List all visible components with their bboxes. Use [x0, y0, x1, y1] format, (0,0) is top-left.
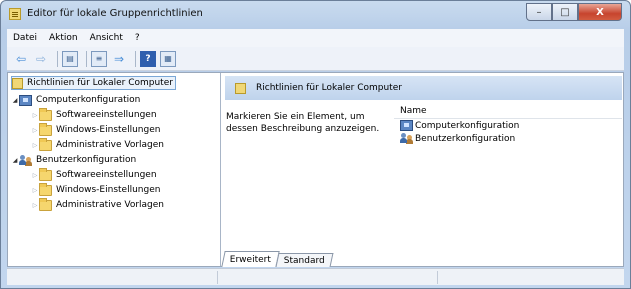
toolbar-separator	[57, 50, 58, 67]
view-icon[interactable]: ▦	[160, 50, 176, 67]
folder-icon	[39, 197, 52, 211]
forward-arrow-icon[interactable]: ⇨	[33, 51, 49, 67]
tree-computer-admin[interactable]: ▷ Administrative Vorlagen	[31, 137, 165, 152]
window-title: Editor für lokale Gruppenrichtlinien	[27, 8, 203, 19]
main-content: Richtlinien für Lokaler Computer ◢ Compu…	[7, 72, 624, 267]
folder-icon	[39, 107, 52, 121]
toolbar-separator	[86, 50, 87, 67]
details-pane: Richtlinien für Lokaler Computer Markier…	[222, 73, 623, 266]
details-list: Name Computerkonfiguration Benutzerkonfi…	[394, 103, 622, 145]
help-icon[interactable]: ?	[140, 50, 156, 67]
users-icon	[400, 133, 413, 144]
policy-editor-icon	[9, 8, 21, 20]
minimize-button[interactable]: –	[526, 3, 552, 21]
tree-item-label: Softwareeinstellungen	[56, 110, 157, 120]
users-icon	[19, 154, 32, 166]
expanded-triangle-icon[interactable]: ◢	[11, 157, 19, 164]
status-bar	[7, 268, 624, 285]
back-arrow-icon[interactable]: ⇦	[13, 51, 29, 67]
tree-root[interactable]: Richtlinien für Lokaler Computer	[11, 76, 176, 90]
app-window: Editor für lokale Gruppenrichtlinien – □…	[0, 0, 631, 289]
computer-icon	[19, 94, 32, 106]
tree-item-label: Administrative Vorlagen	[56, 140, 165, 150]
menu-bar: Datei Aktion Ansicht ?	[7, 29, 624, 47]
details-description: Markieren Sie ein Element, um dessen Bes…	[226, 112, 380, 134]
tree-user-windows[interactable]: ▷ Windows-Einstellungen	[31, 182, 161, 197]
tree-user-admin[interactable]: ▷ Administrative Vorlagen	[31, 197, 165, 212]
list-item-label: Computerkonfiguration	[415, 120, 520, 131]
list-item-label: Benutzerkonfiguration	[415, 133, 516, 144]
tree-item-label: Softwareeinstellungen	[56, 170, 157, 180]
export-list-icon[interactable]: ⇒	[111, 51, 127, 67]
collapsed-triangle-icon[interactable]: ▷	[31, 202, 39, 209]
expanded-triangle-icon[interactable]: ◢	[11, 97, 19, 104]
menu-ansicht[interactable]: Ansicht	[90, 33, 123, 43]
menu-datei[interactable]: Datei	[13, 33, 37, 43]
tree-item-label: Windows-Einstellungen	[56, 125, 161, 135]
collapsed-triangle-icon[interactable]: ▷	[31, 127, 39, 134]
tree-user-config[interactable]: ◢ Benutzerkonfiguration	[11, 153, 136, 167]
tree-root-label: Richtlinien für Lokaler Computer	[27, 78, 173, 88]
menu-aktion[interactable]: Aktion	[49, 33, 78, 43]
toolbar-separator	[135, 50, 136, 67]
tree-computer-config[interactable]: ◢ Computerkonfiguration	[11, 93, 140, 107]
folder-icon	[39, 182, 52, 196]
policy-document-icon	[12, 77, 23, 89]
properties-icon[interactable]: ≡	[91, 50, 107, 67]
tab-erweitert[interactable]: Erweitert	[221, 251, 280, 267]
title-bar[interactable]: Editor für lokale Gruppenrichtlinien – □…	[1, 1, 630, 27]
tree-computer-software[interactable]: ▷ Softwareeinstellungen	[31, 107, 157, 122]
close-button[interactable]: X	[578, 3, 622, 21]
folder-icon	[39, 167, 52, 181]
details-header-label: Richtlinien für Lokaler Computer	[256, 83, 402, 93]
tree-user-software[interactable]: ▷ Softwareeinstellungen	[31, 167, 157, 182]
status-divider	[437, 271, 438, 284]
tree-item-label: Administrative Vorlagen	[56, 200, 165, 210]
tab-erweitert-label: Erweitert	[229, 254, 271, 265]
tree-pane[interactable]: Richtlinien für Lokaler Computer ◢ Compu…	[8, 73, 221, 266]
collapsed-triangle-icon[interactable]: ▷	[31, 142, 39, 149]
policy-document-icon	[235, 82, 246, 94]
tree-computer-windows[interactable]: ▷ Windows-Einstellungen	[31, 122, 161, 137]
computer-icon	[400, 120, 413, 131]
folder-icon	[39, 137, 52, 151]
collapsed-triangle-icon[interactable]: ▷	[31, 112, 39, 119]
menu-help[interactable]: ?	[135, 33, 140, 43]
window-controls: – □ X	[526, 3, 622, 21]
folder-icon	[39, 122, 52, 136]
show-tree-icon[interactable]: ▤	[62, 50, 78, 67]
column-header-name[interactable]: Name	[394, 103, 622, 119]
list-item-user-config[interactable]: Benutzerkonfiguration	[394, 132, 622, 145]
view-tabs: Erweitert Standard	[221, 250, 334, 267]
toolbar: ⇦ ⇨ ▤ ≡ ⇒ ? ▦	[7, 47, 624, 71]
collapsed-triangle-icon[interactable]: ▷	[31, 172, 39, 179]
list-item-computer-config[interactable]: Computerkonfiguration	[394, 119, 622, 132]
tab-standard-label: Standard	[283, 255, 325, 266]
tree-item-label: Windows-Einstellungen	[56, 185, 161, 195]
tab-standard[interactable]: Standard	[275, 253, 334, 267]
tree-user-config-label: Benutzerkonfiguration	[36, 155, 137, 165]
details-header: Richtlinien für Lokaler Computer	[225, 76, 622, 100]
collapsed-triangle-icon[interactable]: ▷	[31, 187, 39, 194]
tree-computer-config-label: Computerkonfiguration	[36, 95, 141, 105]
status-divider	[217, 271, 218, 284]
maximize-button[interactable]: □	[552, 3, 578, 21]
